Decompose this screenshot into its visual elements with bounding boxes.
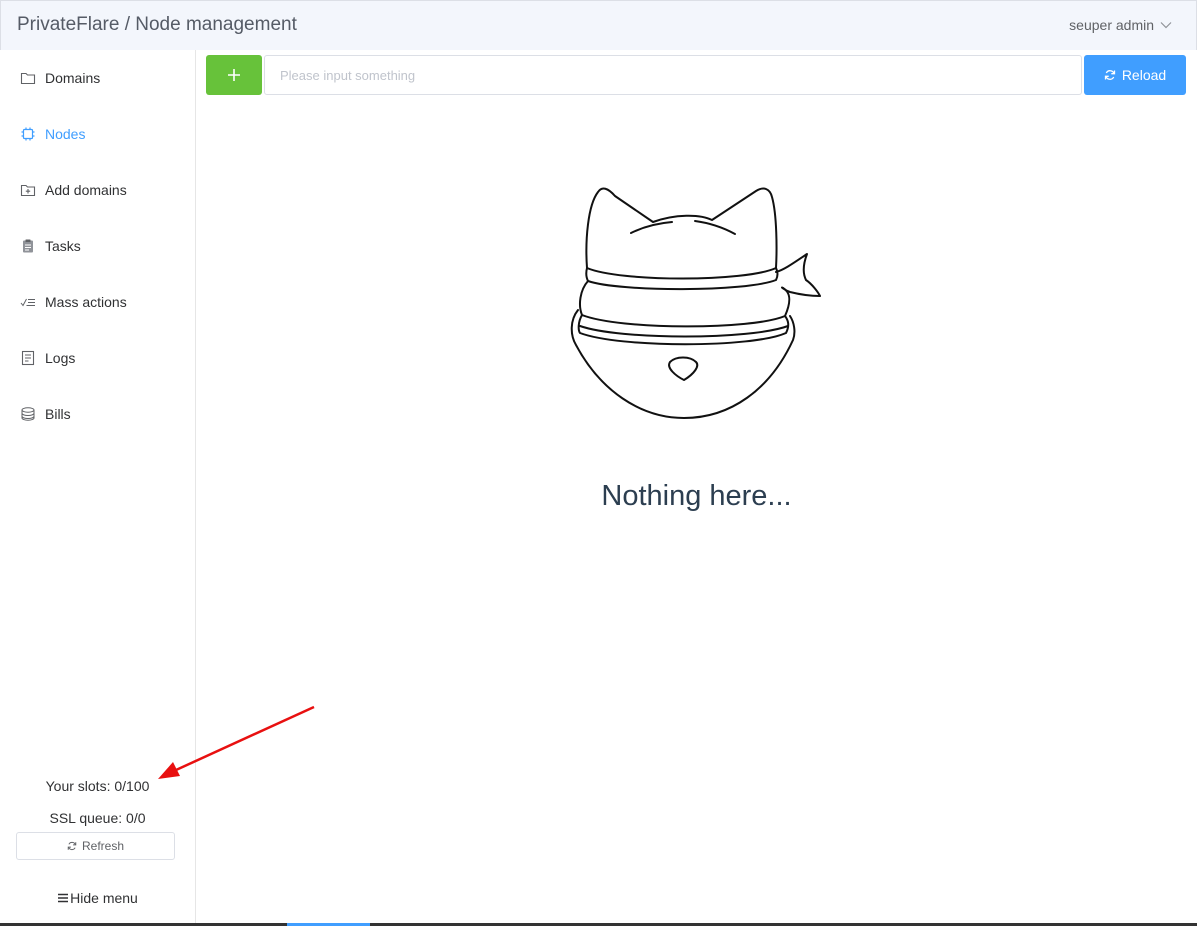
clipboard-icon bbox=[20, 238, 36, 254]
annotation-arrow bbox=[158, 705, 315, 779]
sidebar-item-domains[interactable]: Domains bbox=[0, 50, 195, 106]
sidebar-item-label: Nodes bbox=[45, 126, 86, 142]
ssl-queue-status: SSL queue: 0/0 bbox=[49, 810, 146, 826]
ninja-cat-illustration bbox=[570, 187, 821, 419]
checklist-icon bbox=[20, 294, 36, 310]
document-icon bbox=[20, 350, 36, 366]
sidebar-item-label: Domains bbox=[45, 70, 101, 86]
sidebar-item-logs[interactable]: Logs bbox=[0, 330, 195, 386]
page-title: PrivateFlare / Node management bbox=[17, 14, 297, 35]
refresh-button[interactable]: Refresh bbox=[16, 832, 175, 860]
cpu-icon bbox=[20, 126, 36, 142]
search-input[interactable] bbox=[264, 55, 1082, 95]
hide-menu-label: Hide menu bbox=[70, 890, 138, 906]
add-node-button[interactable] bbox=[206, 55, 262, 95]
sidebar-item-bills[interactable]: Bills bbox=[0, 386, 195, 442]
coins-icon bbox=[20, 406, 36, 422]
sidebar-item-label: Add domains bbox=[45, 182, 127, 198]
reload-button[interactable]: Reload bbox=[1084, 55, 1186, 95]
sidebar-item-label: Logs bbox=[45, 350, 76, 366]
folder-add-icon bbox=[20, 182, 36, 198]
sidebar: Domains Nodes Add domains Tasks Mass act… bbox=[0, 50, 196, 926]
empty-state-text: Nothing here... bbox=[601, 480, 792, 512]
sidebar-item-nodes[interactable]: Nodes bbox=[0, 106, 195, 162]
sidebar-item-add-domains[interactable]: Add domains bbox=[0, 162, 195, 218]
top-header: PrivateFlare / Node management seuper ad… bbox=[0, 0, 1197, 50]
sidebar-item-tasks[interactable]: Tasks bbox=[0, 218, 195, 274]
plus-icon bbox=[228, 69, 240, 81]
refresh-label: Refresh bbox=[81, 839, 125, 853]
sidebar-item-label: Tasks bbox=[45, 238, 81, 254]
sidebar-item-label: Mass actions bbox=[45, 294, 127, 310]
user-name: seuper admin bbox=[1069, 17, 1154, 33]
refresh-icon bbox=[1104, 70, 1115, 80]
reload-label: Reload bbox=[1121, 67, 1167, 83]
chevron-down-icon bbox=[1160, 22, 1172, 29]
folder-icon bbox=[20, 70, 36, 86]
sidebar-item-mass-actions[interactable]: Mass actions bbox=[0, 274, 195, 330]
sidebar-item-label: Bills bbox=[45, 406, 71, 422]
refresh-icon bbox=[67, 841, 77, 851]
menu-icon bbox=[58, 893, 69, 903]
user-menu-dropdown[interactable]: seuper admin bbox=[1069, 17, 1172, 33]
hide-menu-button[interactable]: Hide menu bbox=[0, 890, 195, 906]
